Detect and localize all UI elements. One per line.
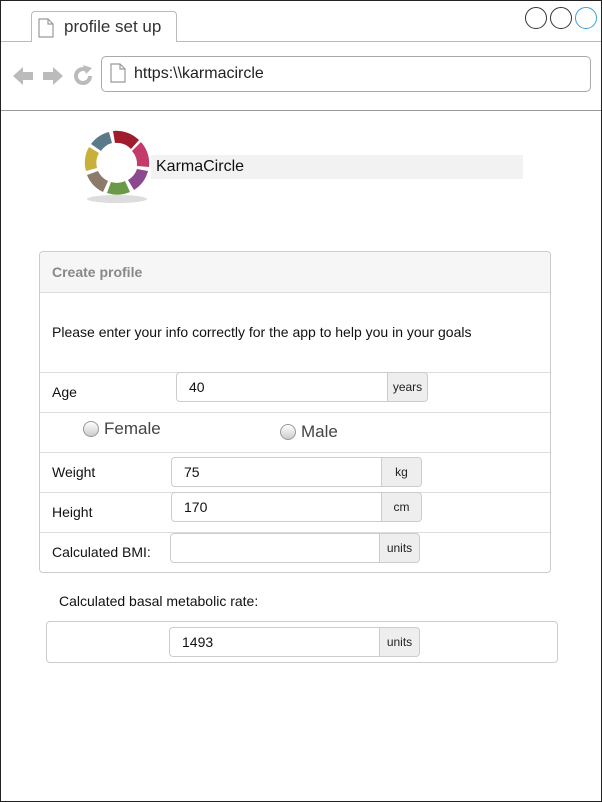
age-label: Age	[52, 384, 77, 400]
male-label: Male	[301, 422, 338, 441]
female-label: Female	[104, 419, 161, 438]
brand-name: KarmaCircle	[156, 158, 245, 175]
bmr-panel: units	[46, 621, 558, 663]
window-minimize-button[interactable]	[550, 7, 572, 29]
brand-bar: KarmaCircle	[151, 155, 523, 179]
bmi-unit: units	[380, 533, 420, 563]
reload-icon[interactable]	[71, 64, 95, 88]
height-label: Height	[52, 504, 93, 520]
karmacircle-logo-icon	[81, 127, 153, 205]
row-divider	[40, 412, 550, 413]
back-arrow-icon[interactable]	[11, 64, 35, 88]
age-unit: years	[388, 372, 428, 402]
forward-arrow-icon[interactable]	[41, 64, 65, 88]
bmr-input[interactable]	[169, 627, 380, 657]
address-bar[interactable]: https:\\karmacircle	[101, 56, 591, 92]
panel-title: Create profile	[52, 264, 143, 280]
tab-title: profile set up	[64, 17, 162, 36]
male-radio[interactable]	[280, 424, 296, 440]
age-input[interactable]	[176, 372, 388, 402]
page-icon	[110, 63, 126, 88]
bmr-label: Calculated basal metabolic rate:	[59, 593, 259, 609]
height-input[interactable]	[171, 492, 382, 522]
weight-unit: kg	[382, 457, 422, 487]
panel-description: Please enter your info correctly for the…	[52, 324, 472, 340]
bmi-label: Calculated BMI:	[52, 544, 151, 560]
title-bar: profile set up	[1, 1, 601, 42]
height-unit: cm	[382, 492, 422, 522]
browser-tab[interactable]: profile set up	[31, 11, 177, 42]
weight-label: Weight	[52, 464, 96, 480]
url-text: https:\\karmacircle	[134, 65, 264, 82]
panel-header: Create profile	[40, 252, 550, 293]
page-icon	[38, 18, 54, 43]
female-radio[interactable]	[83, 421, 99, 437]
bmr-unit: units	[380, 627, 420, 657]
browser-window: profile set up https:\\karmacircle Karma…	[0, 0, 602, 802]
weight-input[interactable]	[171, 457, 382, 487]
row-divider	[40, 452, 550, 453]
create-profile-panel: Create profile Please enter your info co…	[39, 251, 551, 573]
window-close-button[interactable]	[525, 7, 547, 29]
window-maximize-button[interactable]	[575, 7, 597, 29]
bmi-input[interactable]	[170, 533, 380, 563]
browser-toolbar: https:\\karmacircle	[1, 42, 601, 111]
